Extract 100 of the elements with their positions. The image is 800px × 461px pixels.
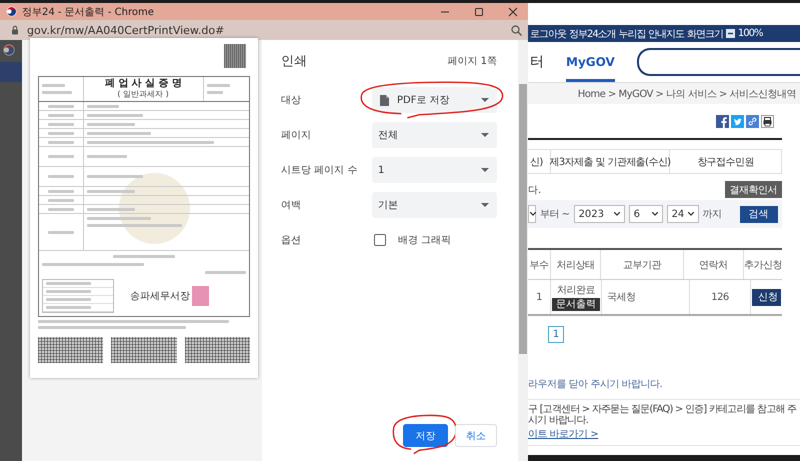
cancel-button[interactable]: 취소: [455, 424, 497, 447]
search-button[interactable]: 검색: [740, 206, 778, 222]
blurred-text: [87, 155, 127, 158]
column-header: 처리상태: [550, 250, 602, 279]
setting-label: 시트당 페이지 수: [281, 164, 358, 177]
notice-text: 라우저를 닫아 주시기 바랍니다.: [528, 378, 664, 391]
scrollbar[interactable]: [518, 40, 528, 461]
blurred-text: [46, 282, 91, 285]
setting-label: 여백: [281, 199, 302, 212]
scrollbar-thumb[interactable]: [519, 84, 527, 354]
blurred-text: [48, 122, 74, 126]
link-icon: [746, 115, 759, 128]
blurred-text: [46, 298, 91, 301]
blurred-text: [42, 84, 65, 87]
emblem-icon: [3, 44, 15, 56]
tab[interactable]: 제3자제출 및 기관제출(수신): [551, 149, 670, 174]
search-field[interactable]: [636, 48, 800, 76]
file-icon: [380, 94, 389, 106]
chevron-icon: [688, 212, 694, 216]
blurred-text: [87, 190, 135, 192]
code-pattern: [184, 337, 250, 363]
dropdown[interactable]: [528, 205, 536, 223]
top-link[interactable]: 로그아웃: [530, 26, 566, 40]
save-button[interactable]: 저장: [403, 424, 448, 447]
blurred-text: [46, 290, 91, 293]
top-link[interactable]: 화면크기: [686, 26, 723, 40]
zoom-out-icon: [726, 29, 735, 38]
blurred-text: [48, 155, 74, 158]
blurred-text: [48, 230, 74, 234]
blurred-text: [207, 91, 223, 94]
code-pattern: [111, 337, 177, 363]
nav-tab[interactable]: 터: [530, 42, 544, 82]
table-cell: 126: [690, 280, 751, 314]
blurred-text: [46, 306, 91, 309]
setting-label: 옵션: [281, 234, 302, 247]
blurred-text: [42, 91, 72, 94]
tab[interactable]: 신): [528, 149, 551, 174]
filter-label: 까지: [702, 208, 722, 221]
dropdown[interactable]: 6: [628, 205, 663, 223]
document-title: 폐 업 사 실 증 명: [104, 78, 182, 89]
chevron-icon: [530, 212, 536, 216]
caret-icon: [481, 203, 489, 207]
top-link[interactable]: 정부24소개: [569, 26, 616, 40]
dropdown[interactable]: 기본: [372, 192, 497, 218]
dropdown[interactable]: 2023: [574, 205, 625, 223]
page-number[interactable]: 1: [548, 326, 564, 343]
blurred-text: [48, 104, 74, 108]
lock-icon: [11, 25, 19, 35]
emblem-icon: [6, 6, 17, 17]
column-header: 추가신청: [744, 258, 782, 272]
setting-label: 페이지: [281, 129, 312, 142]
blurred-text: [87, 104, 119, 108]
zoom-icon: [511, 24, 522, 36]
dropdown[interactable]: 24: [666, 205, 699, 223]
blurred-text: [48, 208, 74, 210]
status-text: 처리완료: [557, 284, 595, 297]
column-header: 연락처: [684, 250, 744, 279]
top-link[interactable]: 누리집 안내지도: [618, 26, 684, 40]
blurred-text: [87, 217, 151, 220]
zoom-level: 100%: [738, 28, 763, 39]
help-link[interactable]: 이트 바로가기 >: [528, 427, 799, 441]
blurred-text: [48, 198, 74, 202]
blurred-text: [87, 175, 143, 178]
caret-icon: [481, 98, 489, 102]
table-cell: 1: [528, 280, 551, 314]
caret-icon: [481, 133, 489, 137]
dialog-title: 인쇄: [281, 53, 307, 70]
blurred-text: [113, 255, 175, 258]
dropdown[interactable]: 전체: [372, 122, 497, 148]
blurred-text: [87, 132, 151, 134]
column-header: 교부기관: [601, 250, 684, 279]
column-header: 부수: [528, 250, 551, 279]
dropdown[interactable]: PDF로 저장: [372, 87, 497, 113]
confirm-button[interactable]: 결재확인서: [724, 181, 782, 198]
dimmed-bar: [0, 62, 22, 82]
print-document-button[interactable]: 문서출력: [552, 298, 600, 311]
dropdown[interactable]: 1: [372, 157, 497, 183]
code-pattern: [38, 337, 104, 363]
checkbox-label: 배경 그래픽: [398, 234, 452, 247]
page-count: 페이지 1쪽: [447, 55, 497, 68]
breadcrumb: Home > MyGOV > 나의 서비스 > 서비스신청내역: [578, 88, 796, 100]
url-text[interactable]: gov.kr/mw/AA040CertPrintView.do#: [27, 24, 503, 36]
blurred-text: [207, 84, 230, 87]
maximize-icon: [474, 6, 484, 16]
notice-text: 다.: [528, 184, 542, 196]
bird-icon: [731, 115, 744, 128]
tab[interactable]: 창구접수민원: [670, 149, 782, 174]
facebook-icon: [716, 115, 729, 128]
blurred-text: [87, 114, 143, 116]
checkbox[interactable]: [374, 234, 386, 246]
caret-icon: [481, 168, 489, 172]
blurred-text: [48, 175, 74, 178]
blurred-text: [87, 208, 135, 210]
blurred-text: [205, 271, 246, 274]
printer-icon: [761, 115, 774, 128]
chevron-icon: [614, 212, 620, 216]
filter-label: 부터 ~: [540, 208, 570, 221]
blurred-text: [87, 122, 135, 126]
chevron-icon: [652, 212, 658, 216]
apply-button[interactable]: 신청: [752, 288, 781, 306]
